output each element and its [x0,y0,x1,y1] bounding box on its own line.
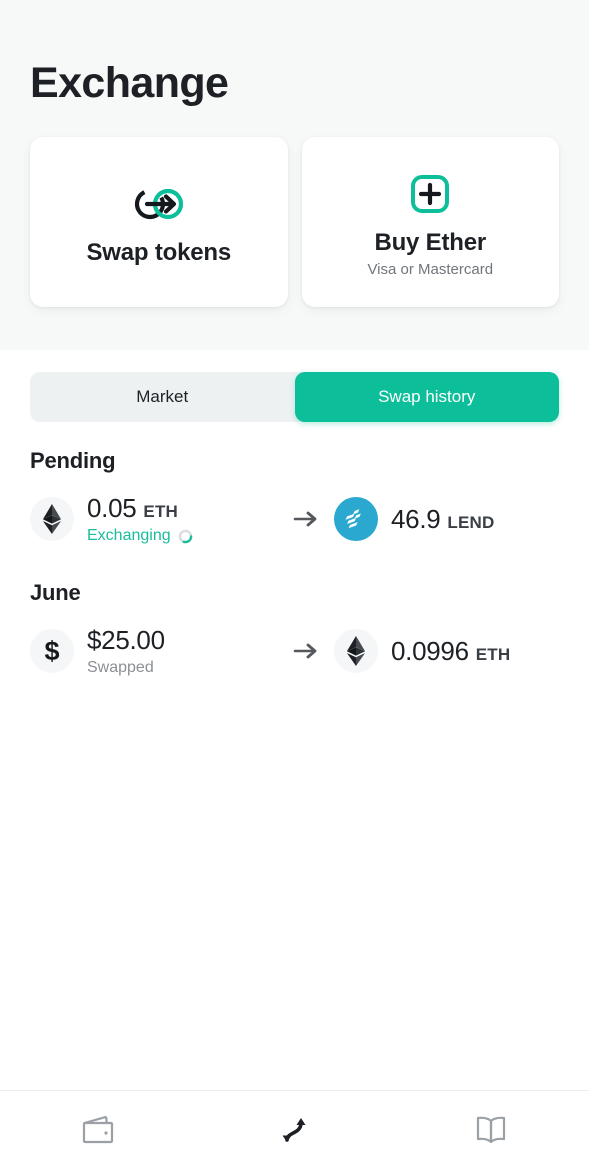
tabs-section: Market Swap history [0,350,589,422]
status-badge: Swapped [87,659,154,676]
swap-history-row[interactable]: 0.05 ETH Exchanging 46.9 LEND [30,488,559,550]
ethereum-icon [334,629,378,673]
nav-item-wallet[interactable] [0,1091,196,1174]
swap-row-from: 0.05 ETH Exchanging [30,493,278,545]
lend-icon [334,497,378,541]
segmented-control: Market Swap history [30,372,559,422]
buy-ether-card[interactable]: Buy Ether Visa or Mastercard [301,137,559,307]
buy-ether-label: Buy Ether [374,228,487,256]
status-line: Swapped [87,659,172,677]
amount-value: $25.00 [87,625,165,655]
amount-value: 46.9 [391,503,441,534]
swap-row-from: $ $25.00 Swapped [30,625,278,677]
swap-tokens-label: Swap tokens [86,239,231,266]
svg-text:$: $ [44,636,59,666]
page-title: Exchange [30,59,229,107]
group-title: June [30,580,81,605]
swap-row-to: 46.9 LEND [334,497,494,541]
bottom-navigation [0,1090,589,1174]
swap-history-row[interactable]: $ $25.00 Swapped 0.0996 ETH [30,620,559,682]
status-badge: Exchanging [87,527,171,544]
ethereum-icon [30,497,74,541]
dollar-icon: $ [30,629,74,673]
tab-market[interactable]: Market [30,372,295,422]
loading-spinner-icon [178,529,193,544]
history-group-june: June $ $25.00 Swapped 0.0996 ETH [30,580,559,682]
book-icon [473,1114,509,1151]
action-cards: Swap tokens Buy Ether Visa or Mastercard [30,137,559,307]
nav-item-book[interactable] [393,1091,589,1174]
status-line: Exchanging [87,527,193,545]
amount-symbol: LEND [447,512,495,532]
swap-history-list: Pending 0.05 ETH Exchanging 46.9 LEND Ju… [0,422,589,886]
tab-swap-history[interactable]: Swap history [294,372,559,422]
arrow-right-icon [278,642,334,660]
swap-row-to: 0.0996 ETH [334,629,510,673]
amount-symbol: ETH [475,644,511,664]
history-group-pending: Pending 0.05 ETH Exchanging 46.9 LEND [30,448,559,550]
exchange-arrows-icon [274,1111,314,1154]
nav-item-exchange[interactable] [196,1091,392,1174]
header-section: Exchange Swap tokens Buy Ether Visa or M… [0,0,589,350]
amount-value: 0.05 [87,493,137,523]
amount-block: 0.05 ETH Exchanging [87,493,193,545]
wallet-icon [81,1114,115,1151]
arrow-right-icon [278,510,334,528]
swap-tokens-icon [131,177,187,231]
amount-symbol: ETH [143,502,179,521]
group-title: Pending [30,448,116,473]
amount-block: $25.00 Swapped [87,625,172,677]
amount-block: 0.0996 ETH [391,636,510,667]
amount-value: 0.0996 [391,635,469,666]
plus-square-icon [408,167,452,221]
swap-tokens-card[interactable]: Swap tokens [30,137,288,307]
amount-block: 46.9 LEND [391,504,494,535]
buy-ether-sublabel: Visa or Mastercard [367,260,494,278]
app-screen: Exchange Swap tokens Buy Ether Visa or M… [0,0,589,1174]
